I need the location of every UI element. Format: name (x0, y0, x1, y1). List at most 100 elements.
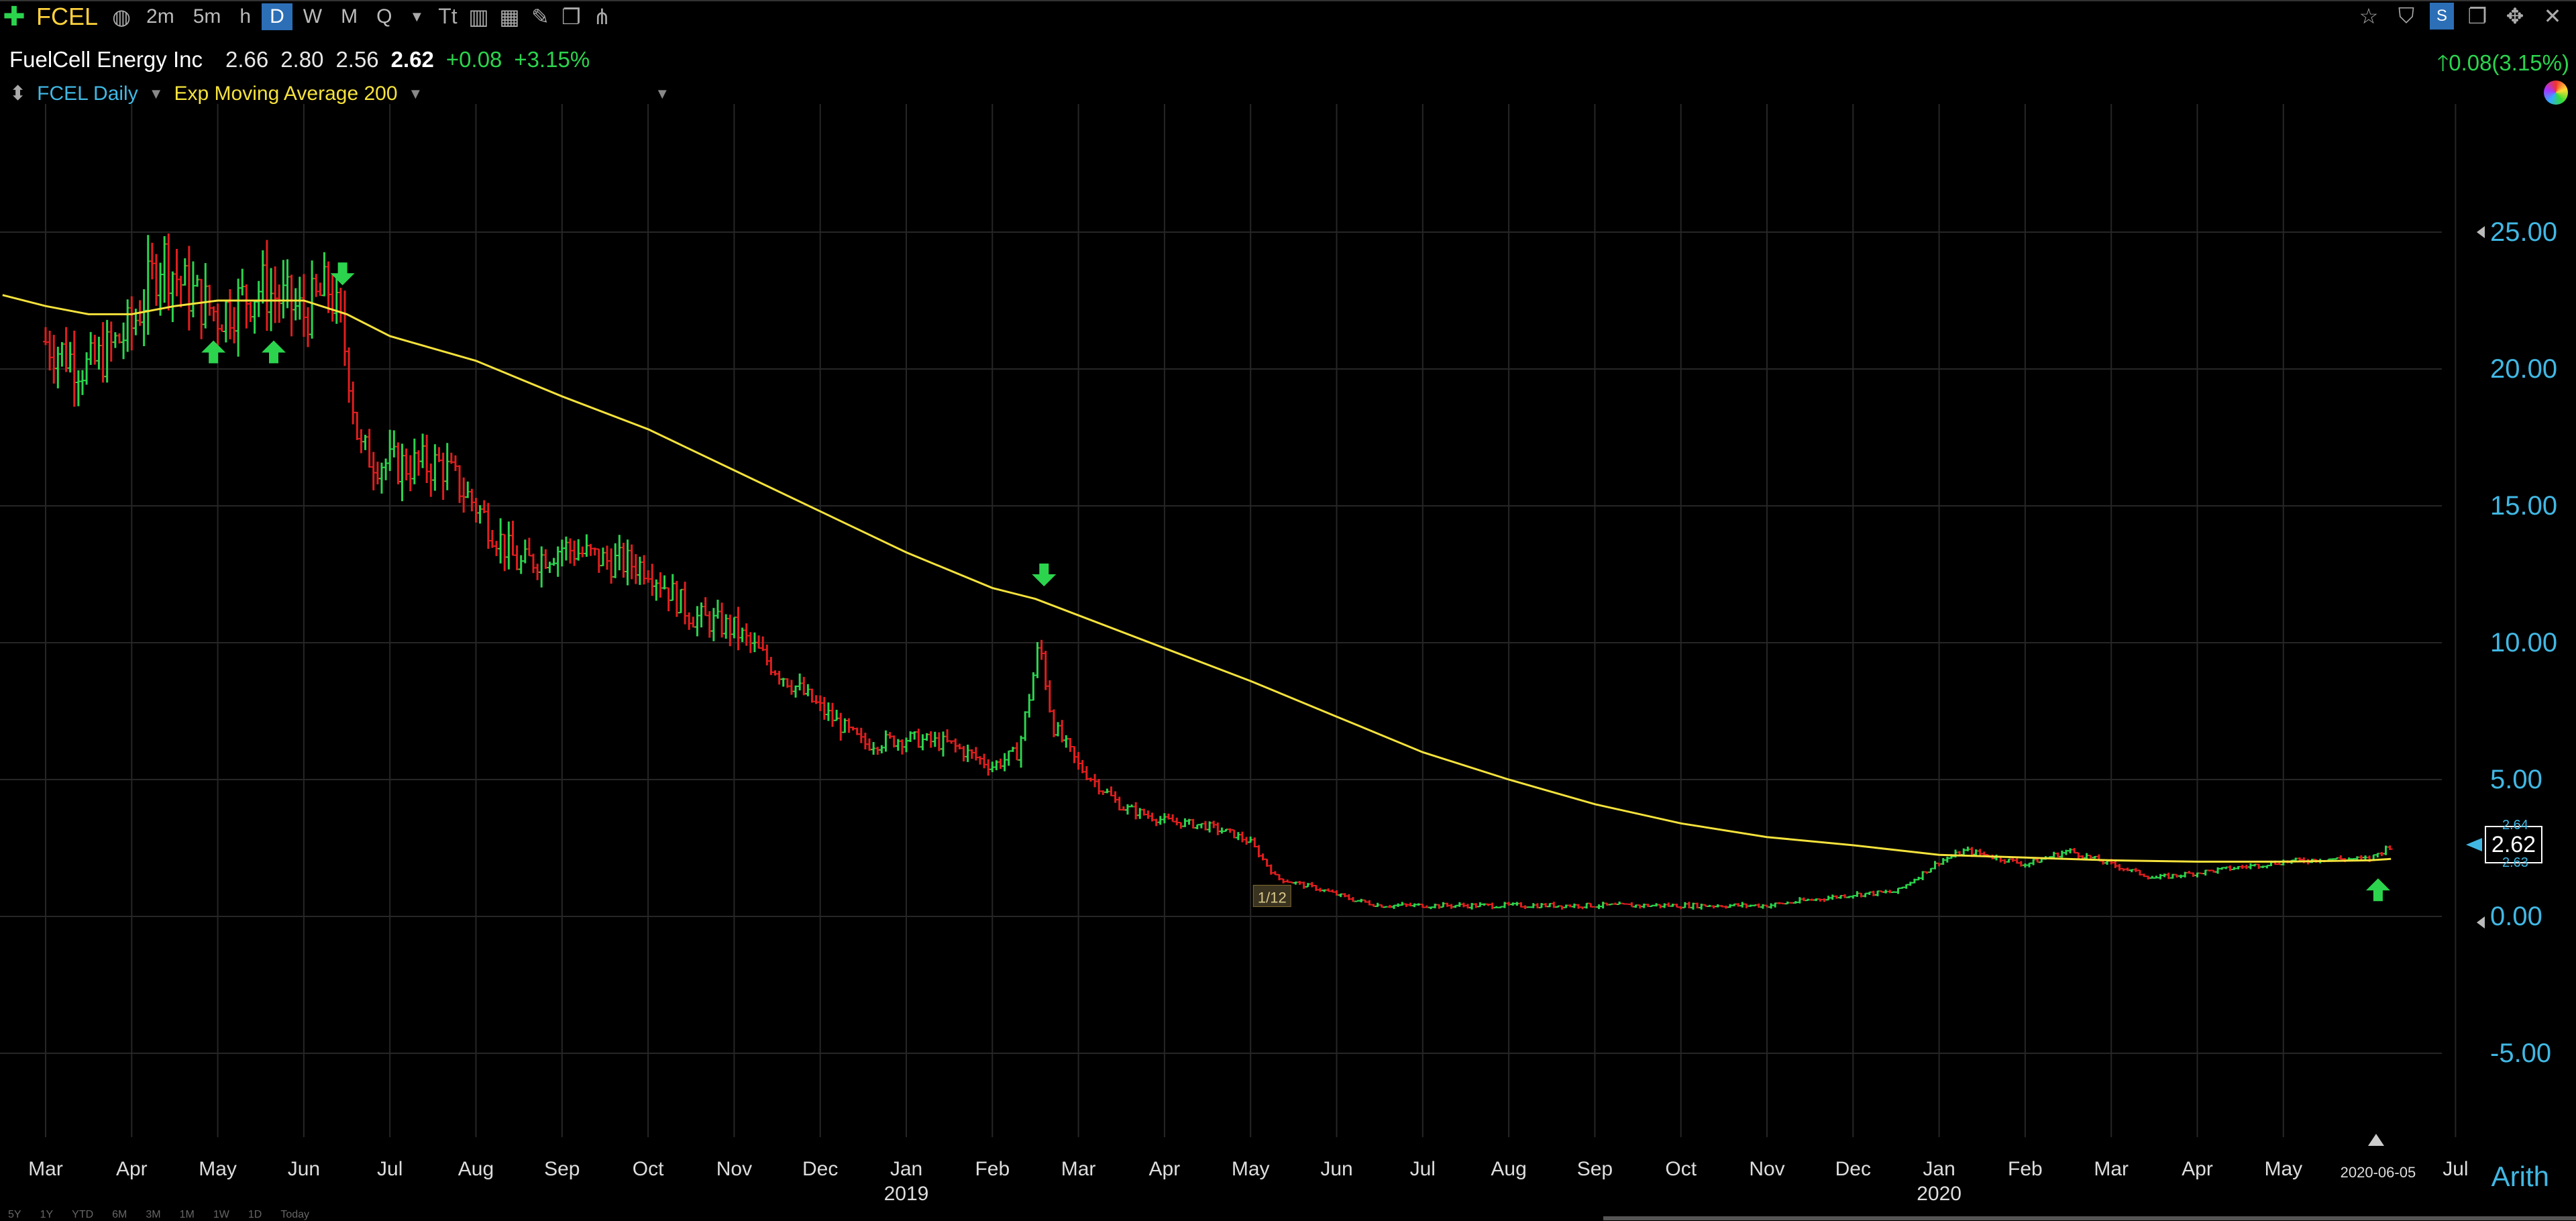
signal-up (261, 340, 286, 364)
x-tick-label: Dec (1835, 1158, 1871, 1180)
net-change-summary: 🡑0.08(3.15%) (2437, 47, 2569, 85)
x-tick-label: Jul (1410, 1158, 1436, 1180)
x-tick-label: May (199, 1158, 237, 1180)
x-tick-label: Apr (116, 1158, 148, 1180)
grid (0, 104, 2457, 1137)
link-badge-icon[interactable]: S (2430, 3, 2454, 30)
arrow-up-icon (261, 340, 286, 364)
y-tick-label: 20.00 (2490, 354, 2557, 384)
chart-toolbar: ✚ FCEL ◍ 2m 5m h D W M Q ▼ Tt ▥ ▦ ✎ ❐ ⋔ ☆ ⛉ S … (0, 0, 2576, 32)
interval-h[interactable]: h (231, 3, 259, 30)
bar-chart-icon[interactable]: ▥ (464, 3, 492, 30)
x-tick-label: Apr (2182, 1158, 2213, 1180)
close-icon[interactable]: ✕ (2538, 3, 2567, 30)
price-pointer-icon (2466, 838, 2482, 852)
x-tick-label: Jan (890, 1158, 922, 1180)
range-button[interactable]: YTD (72, 1209, 93, 1221)
chevron-down-icon[interactable]: ▼ (149, 85, 164, 103)
indicator-legend[interactable]: Exp Moving Average 200 (174, 83, 398, 105)
range-button[interactable]: 1W (213, 1209, 229, 1221)
restore-icon[interactable]: ❐ (2463, 3, 2491, 30)
interval-5m[interactable]: 5m (185, 3, 229, 30)
y-tick-label: 25.00 (2490, 217, 2557, 247)
text-tool-icon[interactable]: Tt (433, 3, 462, 30)
x-tick-label: Jan (1923, 1158, 1955, 1180)
filter-icon[interactable]: ⛉ (2392, 3, 2420, 30)
x-tick-label: Mar (1061, 1158, 1096, 1180)
x-tick-label: Jun (1320, 1158, 1352, 1180)
layers-icon[interactable]: ❐ (557, 3, 585, 30)
bid-label: 2.64 (2502, 818, 2528, 833)
star-icon[interactable]: ☆ (2355, 3, 2383, 30)
legend-bar: ⬍ FCEL Daily ▼ Exp Moving Average 200 ▼ … (9, 82, 669, 105)
interval-2m[interactable]: 2m (138, 3, 182, 30)
signal-up (201, 340, 226, 364)
pencil-icon[interactable]: ✎ (526, 3, 554, 30)
quote-bar: FuelCell Energy Inc 2.66 2.80 2.56 2.62 … (9, 47, 590, 72)
x-tick-label: Dec (802, 1158, 838, 1180)
arrow-down-icon (330, 262, 355, 286)
price-chart[interactable]: 1/12 25.00 20.00 15.00 10.00 5.00 0.00 -5.00 Ma… (0, 104, 2576, 1220)
change-percent: +3.15% (514, 47, 590, 72)
move-icon[interactable]: ✥ (2501, 3, 2529, 30)
interval-w[interactable]: W (295, 3, 330, 30)
axis-marker-icon (2477, 226, 2485, 238)
horizontal-scrollbar[interactable] (1603, 1216, 2576, 1220)
calendar-icon[interactable]: ▦ (495, 3, 523, 30)
x-tick-label: May (1232, 1158, 1270, 1180)
x-tick-label: Nov (1749, 1158, 1784, 1180)
link-icon[interactable]: ◍ (107, 3, 136, 30)
symbol-input[interactable]: FCEL (36, 3, 98, 30)
color-palette-icon[interactable] (2544, 81, 2568, 105)
range-button[interactable]: 5Y (8, 1209, 21, 1221)
x-tick-label: May (2264, 1158, 2302, 1180)
scroll-up-icon[interactable] (2368, 1134, 2384, 1146)
share-icon[interactable]: ⋔ (588, 3, 616, 30)
x-tick-label: Nov (716, 1158, 752, 1180)
year-label: 2019 (884, 1183, 929, 1205)
net-change-text: 0.08(3.15%) (2449, 50, 2569, 75)
interval-m[interactable]: M (333, 3, 366, 30)
range-button[interactable]: Today (280, 1209, 309, 1221)
arrow-up-icon (201, 340, 226, 364)
last-price: 2.62 (390, 47, 434, 72)
change-value: +0.08 (445, 47, 502, 72)
low-price: 2.56 (335, 47, 379, 72)
range-buttons: 5Y 1Y YTD 6M 3M 1M 1W 1D Today (8, 1209, 309, 1221)
interval-d[interactable]: D (262, 3, 292, 30)
y-tick-label: 5.00 (2490, 765, 2542, 794)
arrow-down-icon (1032, 564, 1057, 586)
add-icon[interactable]: ✚ (0, 2, 28, 32)
y-tick-label: 15.00 (2490, 491, 2557, 521)
price-bars (43, 233, 2393, 910)
x-tick-label: Feb (975, 1158, 1010, 1180)
axes: 25.00 20.00 15.00 10.00 5.00 0.00 -5.00 Mar Apr M… (28, 217, 2557, 1205)
scale-mode[interactable]: Arith (2491, 1161, 2549, 1193)
sort-icon[interactable]: ⬍ (9, 82, 26, 105)
signal-arrows: 1/12 (201, 262, 2390, 907)
series-legend[interactable]: FCEL Daily (37, 83, 138, 105)
y-tick-label: 0.00 (2490, 902, 2542, 931)
cursor-date-label: 2020-06-05 (2341, 1164, 2416, 1181)
ema-200-line (2, 294, 2392, 863)
x-tick-label: Sep (544, 1158, 580, 1180)
arrow-up-icon: 🡑 (2437, 50, 2449, 75)
interval-q[interactable]: Q (368, 3, 400, 30)
axis-marker-icon (2477, 916, 2485, 928)
x-tick-label: Apr (1149, 1158, 1181, 1180)
open-price: 2.66 (225, 47, 269, 72)
range-button[interactable]: 3M (146, 1209, 160, 1221)
chevron-down-icon[interactable]: ▼ (655, 85, 669, 103)
chevron-down-icon[interactable]: ▼ (409, 85, 423, 103)
range-button[interactable]: 1D (248, 1209, 262, 1221)
range-button[interactable]: 1M (180, 1209, 195, 1221)
range-button[interactable]: 6M (112, 1209, 127, 1221)
x-tick-label: Jul (377, 1158, 402, 1180)
x-tick-label: Feb (2008, 1158, 2043, 1180)
interval-selector: 2m 5m h D W M Q (138, 3, 402, 30)
signal-down (1032, 564, 1057, 586)
y-tick-label: 10.00 (2490, 628, 2557, 657)
range-button[interactable]: 1Y (40, 1209, 54, 1221)
chevron-down-icon[interactable]: ▼ (402, 3, 431, 30)
company-name: FuelCell Energy Inc (9, 47, 203, 72)
